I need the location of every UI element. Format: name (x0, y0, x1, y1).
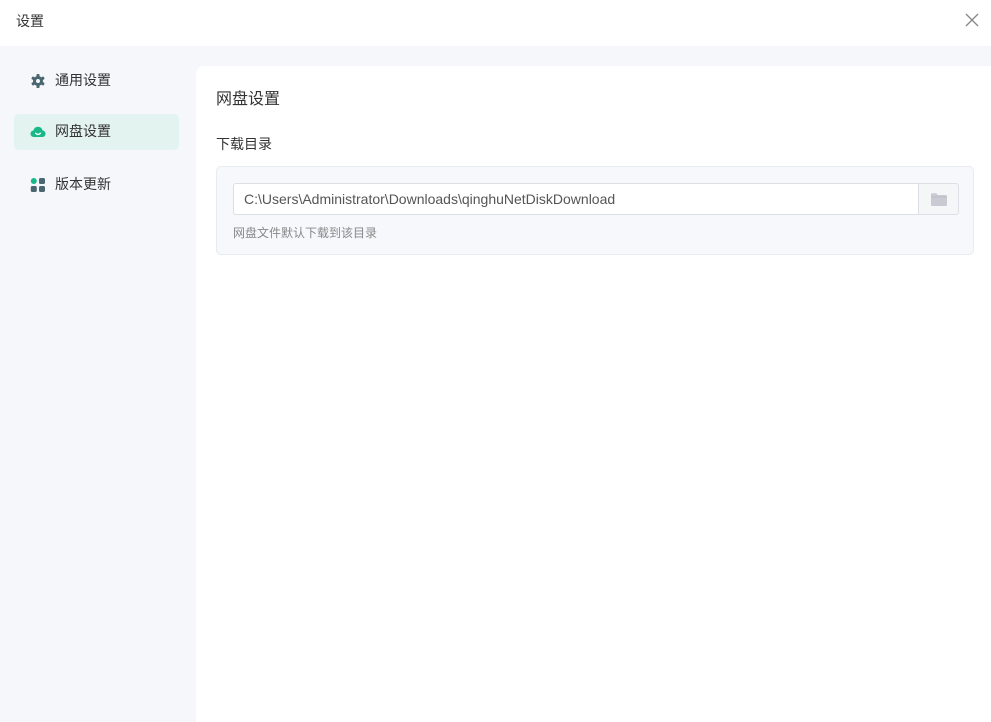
cloud-icon (30, 124, 46, 140)
browse-folder-button[interactable] (918, 183, 959, 215)
settings-body: 通用设置 网盘设置 版本更新 网盘设置 下载目录 C:\Users\Admini… (0, 46, 991, 722)
window-title: 设置 (16, 14, 44, 30)
download-dir-input[interactable] (233, 183, 919, 215)
sidebar-item-general[interactable]: 通用设置 (14, 63, 179, 99)
grid-icon (30, 177, 46, 193)
close-icon (965, 13, 979, 27)
title-bar: 设置 (0, 0, 991, 46)
gear-icon (30, 73, 46, 89)
sidebar-item-label: 版本更新 (55, 177, 111, 193)
netdisk-settings-panel: 网盘设置 下载目录 网盘文件默认下载到该目录 (196, 66, 991, 722)
sidebar: 通用设置 网盘设置 版本更新 (0, 46, 196, 722)
sidebar-item-update[interactable]: 版本更新 (14, 167, 179, 203)
folder-icon (931, 193, 947, 206)
download-dir-group: 网盘文件默认下载到该目录 (216, 166, 974, 255)
sidebar-item-label: 网盘设置 (55, 124, 111, 140)
close-button[interactable] (962, 10, 982, 30)
download-dir-label: 下载目录 (216, 137, 272, 153)
download-dir-hint: 网盘文件默认下载到该目录 (233, 226, 378, 240)
sidebar-item-label: 通用设置 (55, 73, 111, 89)
settings-window: 设置 通用设置 网盘设置 版本更新 网盘设置 下载目录 C:\Users\Adm… (0, 0, 991, 722)
sidebar-item-netdisk[interactable]: 网盘设置 (14, 114, 179, 150)
page-title: 网盘设置 (216, 89, 281, 108)
